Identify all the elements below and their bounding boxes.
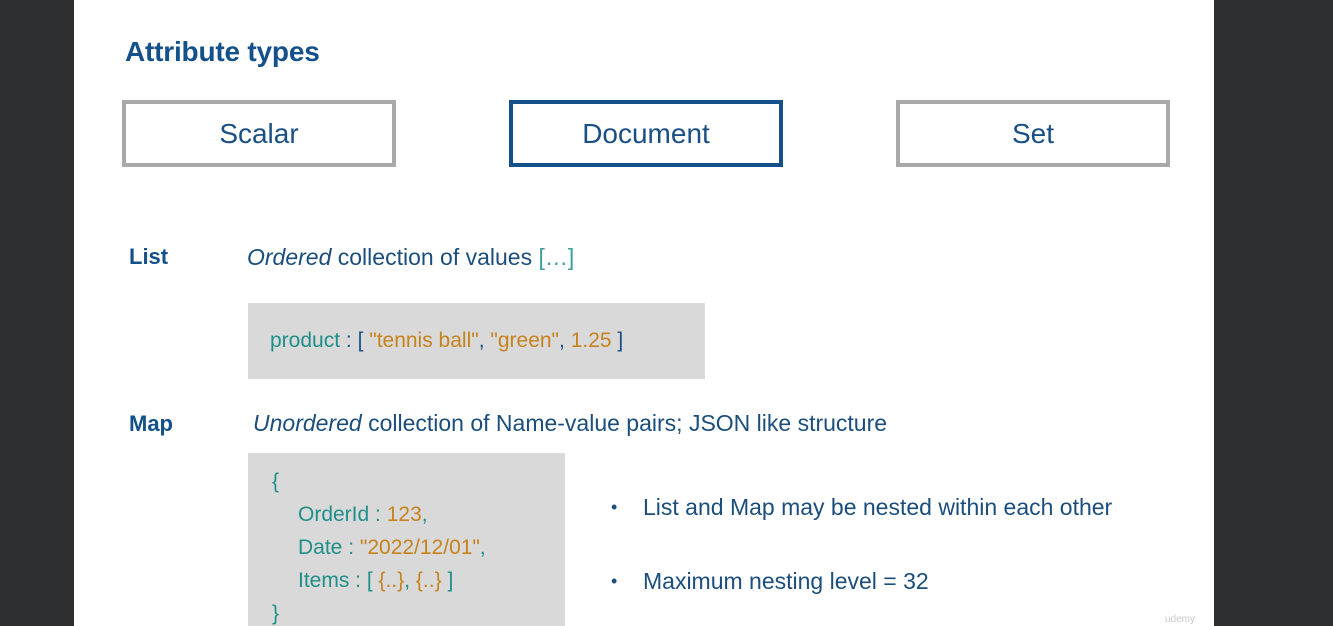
list-code-close: ] xyxy=(611,329,624,352)
type-box-set: Set xyxy=(896,100,1170,167)
list-desc-emphasis: Ordered xyxy=(247,244,332,270)
map-description: Unordered collection of Name-value pairs… xyxy=(253,410,887,437)
note-nesting: • List and Map may be nested within each … xyxy=(607,490,1112,564)
map-code-items-comma: , xyxy=(404,569,416,592)
list-code-comma-1: , xyxy=(478,329,491,352)
map-code-key-2: Date xyxy=(298,536,343,559)
list-desc-bracket: […] xyxy=(538,244,575,270)
bullet-icon: • xyxy=(611,497,618,517)
map-label: Map xyxy=(129,411,173,436)
list-code-example: product : [ "tennis ball", "green", 1.25… xyxy=(248,303,705,379)
list-code-open: [ xyxy=(357,329,370,352)
bullet-icon: • xyxy=(611,571,618,591)
map-code-items-open: [ xyxy=(366,569,379,592)
left-frame-bar xyxy=(0,0,74,626)
slide: Attribute types Scalar Document Set List… xyxy=(74,0,1214,626)
note-text-1: List and Map may be nested within each o… xyxy=(643,494,1113,520)
map-code-line-2: Date : "2022/12/01", xyxy=(272,531,565,564)
map-code-sep-3: : xyxy=(349,569,367,592)
list-description: Ordered collection of values […] xyxy=(247,244,574,271)
type-box-document: Document xyxy=(509,100,783,167)
type-box-scalar: Scalar xyxy=(122,100,396,167)
slide-title: Attribute types xyxy=(125,36,320,67)
map-code-sep-1: : xyxy=(369,503,387,526)
watermark: udemy xyxy=(1165,614,1196,625)
map-code-key-1: OrderId xyxy=(298,503,370,526)
list-code-comma-2: , xyxy=(559,329,571,352)
note-text-2: Maximum nesting level = 32 xyxy=(643,568,929,594)
list-code-value-3: 1.25 xyxy=(570,329,612,352)
map-code-key-3: Items xyxy=(298,569,350,592)
map-code-items-close: ] xyxy=(441,569,454,592)
list-desc-text: collection of values xyxy=(331,244,539,270)
list-label: List xyxy=(129,244,169,269)
map-desc-emphasis: Unordered xyxy=(253,410,362,436)
map-code-line-1: OrderId : 123, xyxy=(272,498,565,531)
list-code-sep: : xyxy=(340,329,358,352)
notes-list: • List and Map may be nested within each … xyxy=(607,490,1112,626)
map-code-close-brace: } xyxy=(272,602,280,625)
map-desc-text: collection of Name-value pairs; JSON lik… xyxy=(361,410,888,436)
map-code-value-1: 123 xyxy=(386,503,422,526)
right-frame-bar xyxy=(1214,0,1333,626)
list-code-value-1: "tennis ball" xyxy=(369,329,479,352)
map-code-value-2: "2022/12/01" xyxy=(359,536,480,559)
map-code-comma-2: , xyxy=(479,536,486,559)
map-code-line-3: Items : [ {..}, {..} ] xyxy=(272,564,565,597)
map-code-comma-1: , xyxy=(421,503,428,526)
list-code-value-2: "green" xyxy=(490,329,560,352)
map-code-example: { OrderId : 123, Date : "2022/12/01", It… xyxy=(248,453,565,626)
note-max-level: • Maximum nesting level = 32 xyxy=(607,564,1112,626)
map-code-open-brace: { xyxy=(272,470,280,493)
map-code-items-b: {..} xyxy=(415,569,442,592)
map-code-items-a: {..} xyxy=(378,569,405,592)
list-code-key: product xyxy=(270,329,341,352)
map-code-sep-2: : xyxy=(342,536,360,559)
